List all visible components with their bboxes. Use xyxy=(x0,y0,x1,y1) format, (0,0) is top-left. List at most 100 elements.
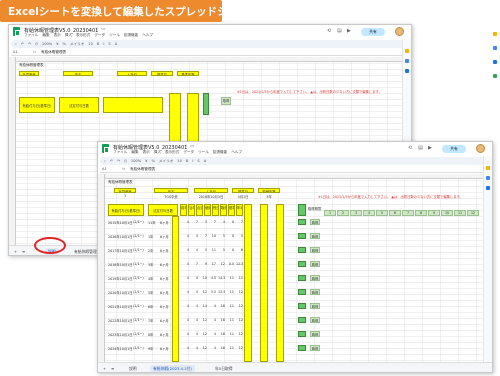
value-cell[interactable]: 12 xyxy=(236,346,243,350)
value-cell[interactable]: 4 xyxy=(182,318,189,322)
keep-icon[interactable] xyxy=(486,166,490,170)
value-cell[interactable]: 4 xyxy=(182,276,189,280)
contacts-icon[interactable] xyxy=(486,186,490,190)
menu-tools[interactable]: ツール xyxy=(198,150,209,155)
period-cell[interactable]: 6ヶ月 xyxy=(160,318,172,323)
value-cell[interactable]: 4 xyxy=(191,304,198,308)
grant-date-cell[interactable]: 2015年10月1日 xyxy=(108,220,132,225)
value-cell[interactable]: 12 xyxy=(200,318,207,322)
print-icon[interactable]: ⎙ xyxy=(124,159,127,163)
value-cell[interactable]: 3.5 xyxy=(209,290,216,294)
value-cell[interactable]: 12.5 xyxy=(236,262,243,266)
font-size-input[interactable]: 10 xyxy=(88,42,93,46)
value-cell[interactable]: 4 xyxy=(191,276,198,280)
comment-icon[interactable]: ▤ xyxy=(337,28,342,34)
value-cell[interactable]: 12 xyxy=(236,290,243,294)
value-cell[interactable]: 5 xyxy=(218,248,225,252)
font-size-input[interactable]: 10 xyxy=(177,159,182,163)
employee-value[interactable]: 1 xyxy=(114,194,136,198)
value-cell[interactable]: 4 xyxy=(182,234,189,238)
currency-button[interactable]: ¥ xyxy=(145,159,147,163)
grant-date-cell[interactable]: 2023年10月1日 xyxy=(108,332,132,337)
formula-input[interactable]: 有給休暇管理表 xyxy=(130,167,155,172)
term-cell[interactable]: (1/1~) xyxy=(133,346,145,350)
years-cell[interactable]: 11年 xyxy=(148,220,158,225)
value-cell[interactable]: 4 xyxy=(182,220,189,224)
years-cell[interactable]: 6年 xyxy=(148,304,158,309)
folder-icon[interactable]: ▭ xyxy=(101,27,105,32)
maps-icon[interactable] xyxy=(493,74,497,78)
grant-date-cell[interactable]: 2022年10月1日 xyxy=(108,318,132,323)
value-cell[interactable]: 9 xyxy=(200,262,207,266)
avatar[interactable] xyxy=(395,27,404,36)
value-cell[interactable]: 12 xyxy=(236,304,243,308)
value-cell[interactable]: 11 xyxy=(227,304,234,308)
years-value[interactable]: 3年 xyxy=(258,194,280,199)
value-cell[interactable]: 6 xyxy=(236,248,243,252)
period-cell[interactable]: 6ヶ月 xyxy=(160,290,172,295)
sheet-grid[interactable]: 有給休暇管理表 社員番号 1 氏名 TGS中央 入社日 2018年10月3日 基… xyxy=(98,174,492,362)
value-cell[interactable]: 12 xyxy=(218,262,225,266)
all-sheets-button[interactable]: ≡ xyxy=(108,365,117,372)
value-cell[interactable]: 0 xyxy=(227,220,234,224)
value-cell[interactable]: 11 xyxy=(227,318,234,322)
period-cell[interactable]: 6ヶ月 xyxy=(160,346,172,351)
meet-icon[interactable]: ▶ xyxy=(347,28,351,34)
sheets-logo-icon[interactable] xyxy=(13,27,20,36)
value-cell[interactable]: 4 xyxy=(191,332,198,336)
menu-view[interactable]: 表示 xyxy=(143,150,150,155)
term-cell[interactable]: (1/1~) xyxy=(133,248,145,252)
bold-button[interactable]: B xyxy=(97,42,99,46)
value-cell[interactable]: 12 xyxy=(236,318,243,322)
cell-ref[interactable]: A1 xyxy=(102,167,107,171)
redo-icon[interactable]: ↷ xyxy=(117,159,120,163)
value-cell[interactable]: 13.5 xyxy=(218,290,225,294)
value-cell[interactable]: 4 xyxy=(209,304,216,308)
menu-help[interactable]: ヘルプ xyxy=(142,33,153,38)
value-cell[interactable]: 4 xyxy=(191,248,198,252)
value-cell[interactable]: 12 xyxy=(200,346,207,350)
grant-date-cell[interactable]: 2018年10月1日 xyxy=(108,262,132,267)
value-cell[interactable]: 14.5 xyxy=(218,276,225,280)
print-icon[interactable]: ⎙ xyxy=(35,42,38,46)
cell-ref[interactable]: A1 xyxy=(13,50,18,54)
value-cell[interactable]: 17 xyxy=(209,262,216,266)
period-cell[interactable]: 6ヶ月 xyxy=(160,234,172,239)
undo-icon[interactable]: ↶ xyxy=(21,42,24,46)
value-cell[interactable]: 11 xyxy=(236,276,243,280)
value-cell[interactable]: 5 xyxy=(236,234,243,238)
period-cell[interactable]: 6ヶ月 xyxy=(160,276,172,281)
value-cell[interactable]: 14 xyxy=(200,304,207,308)
term-cell[interactable]: (1/1~) xyxy=(133,304,145,308)
term-cell[interactable]: (1/1~) xyxy=(133,290,145,294)
value-cell[interactable]: 7 xyxy=(236,220,243,224)
undo-icon[interactable]: ↶ xyxy=(110,159,113,163)
grant-date-cell[interactable]: 2024年10月1日 xyxy=(108,346,132,351)
tasks-icon[interactable] xyxy=(486,176,490,180)
value-cell[interactable]: 4 xyxy=(182,332,189,336)
period-cell[interactable]: 6ヶ月 xyxy=(160,220,172,225)
term-cell[interactable]: (1/1~) xyxy=(133,318,145,322)
redo-icon[interactable]: ↷ xyxy=(28,42,31,46)
years-cell[interactable]: 3年 xyxy=(148,262,158,267)
contacts-icon[interactable] xyxy=(405,69,409,73)
grant-date-cell[interactable]: 2019年10月1日 xyxy=(108,276,132,281)
sheets-logo-icon[interactable] xyxy=(102,144,109,153)
tasks-icon[interactable] xyxy=(405,59,409,63)
tasks-icon[interactable] xyxy=(493,60,497,64)
period-cell[interactable]: 6ヶ月 xyxy=(160,332,172,337)
term-cell[interactable]: (1/1~) xyxy=(133,332,145,336)
joined-value[interactable]: 2018年10月3日 xyxy=(194,194,228,199)
menu-extensions[interactable]: 拡張機能 xyxy=(124,33,138,38)
value-cell[interactable]: 4 xyxy=(182,290,189,294)
value-cell[interactable]: 16 xyxy=(218,332,225,336)
value-cell[interactable]: 4 xyxy=(182,248,189,252)
grant-date-cell[interactable]: 2021年10月1日 xyxy=(108,304,132,309)
keep-icon[interactable] xyxy=(493,46,497,50)
years-cell[interactable]: 7年 xyxy=(148,318,158,323)
value-cell[interactable]: 11 xyxy=(227,276,234,280)
search-icon[interactable]: ⌕ xyxy=(104,159,106,163)
period-cell[interactable]: 6ヶ月 xyxy=(160,248,172,253)
value-cell[interactable]: 7 xyxy=(191,262,198,266)
value-cell[interactable]: 12 xyxy=(200,332,207,336)
